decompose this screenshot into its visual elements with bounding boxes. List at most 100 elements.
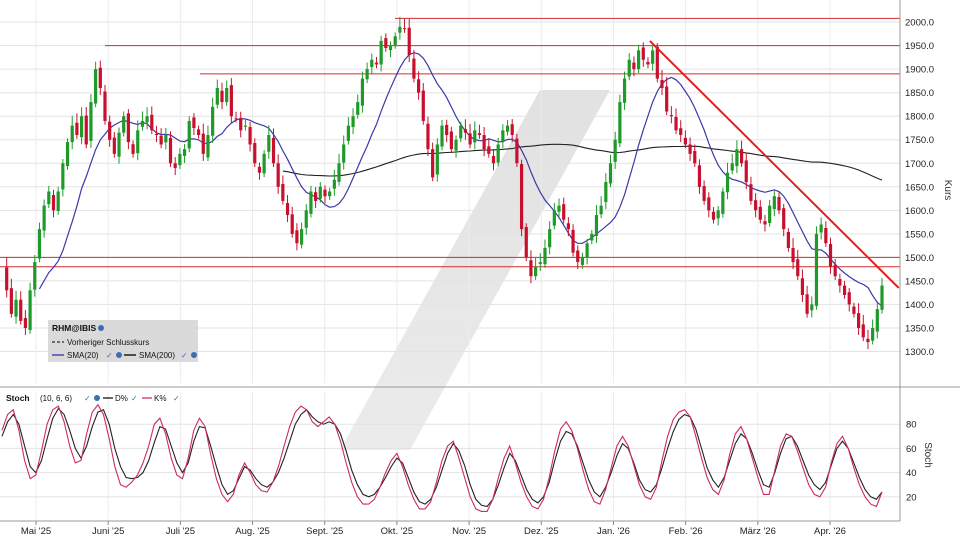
candle-body (660, 79, 664, 88)
candle-body (459, 125, 463, 139)
candle-body (861, 324, 865, 338)
candle-body (131, 144, 135, 154)
stoch-tick-label: 60 (906, 444, 917, 455)
candle-body (707, 197, 711, 211)
candle-body (346, 125, 350, 141)
candle-body (674, 116, 678, 131)
candle-body (248, 127, 252, 145)
stoch-tick-label: 20 (906, 492, 917, 503)
candle-body (285, 203, 290, 216)
candle-body (192, 117, 196, 128)
candle-body (154, 133, 159, 136)
candle-body (842, 285, 847, 296)
legend-k: K% (154, 394, 166, 403)
candle-body (880, 285, 884, 310)
candle-body (328, 191, 332, 197)
candle-body (782, 208, 786, 230)
price-tick-label: 1450.0 (905, 276, 934, 287)
candle-body (70, 125, 74, 143)
candle-body (501, 130, 505, 141)
candle-body (454, 139, 458, 151)
candle-body (604, 182, 608, 203)
downtrend-line (649, 40, 900, 289)
candle-body (75, 122, 79, 136)
candle-body (852, 306, 856, 314)
candle-body (112, 137, 116, 154)
candle-body (683, 137, 688, 145)
time-tick-label: Aug. '25 (235, 526, 270, 537)
candle-body (79, 116, 84, 138)
candle-body (379, 40, 383, 65)
candle-body (510, 124, 514, 136)
legend-title: RHM@IBIS (52, 323, 97, 333)
stoch-lines (1, 403, 883, 512)
candle-body (599, 205, 603, 215)
candle-body (150, 114, 154, 131)
legend-check-icon[interactable]: ✓ (131, 394, 138, 403)
candle-body (271, 137, 276, 164)
legend-check-icon[interactable]: ✓ (106, 351, 113, 360)
legend-sma20: SMA(20) (67, 351, 99, 360)
candle-body (557, 205, 561, 212)
candle-body (19, 299, 23, 321)
time-tick-label: Apr. '26 (814, 526, 846, 537)
candle-body (56, 191, 60, 212)
price-tick-label: 2000.0 (905, 18, 934, 29)
legend-settings-icon[interactable] (116, 352, 122, 358)
stoch-title: Stoch (6, 393, 30, 403)
candle-body (243, 125, 248, 127)
candle-body (534, 266, 538, 277)
candle-body (23, 318, 28, 328)
candle-body (468, 133, 472, 145)
time-tick-label: Juli '25 (166, 526, 195, 537)
candle-body (786, 231, 790, 248)
legend-settings-icon[interactable] (191, 352, 197, 358)
candle-body (384, 38, 388, 48)
candle-body (440, 125, 444, 147)
candle-body (393, 36, 397, 45)
candle-body (716, 210, 720, 219)
time-tick-label: Dez. '25 (524, 526, 559, 537)
legend-info-icon[interactable] (98, 325, 104, 331)
price-tick-label: 1400.0 (905, 300, 934, 311)
candle-body (234, 118, 238, 120)
stoch-axis-label: Stoch (922, 442, 933, 468)
price-tick-label: 1900.0 (905, 65, 934, 76)
legend-check-icon[interactable]: ✓ (84, 394, 91, 403)
candle-body (819, 224, 823, 233)
candle-body (487, 146, 491, 154)
candle-body (314, 192, 318, 201)
candle-body (5, 267, 9, 291)
candle-body (431, 149, 435, 178)
candle-body (824, 227, 828, 244)
candle-body (225, 87, 229, 103)
candle-body (627, 59, 631, 77)
candle-body (276, 163, 280, 187)
price-tick-label: 1950.0 (905, 41, 934, 52)
candle-body (828, 243, 833, 267)
legend-check-icon[interactable]: ✓ (181, 351, 188, 360)
stoch-panel: 80 60 40 20 Stoch (0, 391, 933, 519)
candle-body (229, 85, 233, 117)
legend-settings-icon[interactable] (94, 395, 100, 401)
candle-body (356, 102, 360, 115)
candle-body (688, 144, 692, 154)
candle-body (473, 130, 477, 143)
candle-body (538, 262, 542, 264)
time-tick-label: Nov. '25 (452, 526, 486, 537)
candle-body (445, 124, 449, 136)
candle-body (543, 247, 547, 265)
price-tick-label: 1600.0 (905, 206, 934, 217)
candle-body (552, 210, 556, 226)
price-tick-label: 1650.0 (905, 182, 934, 193)
candle-body (33, 262, 37, 290)
legend-check-icon[interactable]: ✓ (173, 394, 180, 403)
time-tick-label: Sept. '25 (306, 526, 343, 537)
candle-body (398, 26, 402, 33)
candle-body (145, 116, 149, 123)
candle-body (407, 27, 411, 56)
candle-body (805, 294, 809, 314)
candle-body (730, 163, 734, 171)
candle-body (548, 229, 552, 248)
candle-body (304, 210, 308, 228)
